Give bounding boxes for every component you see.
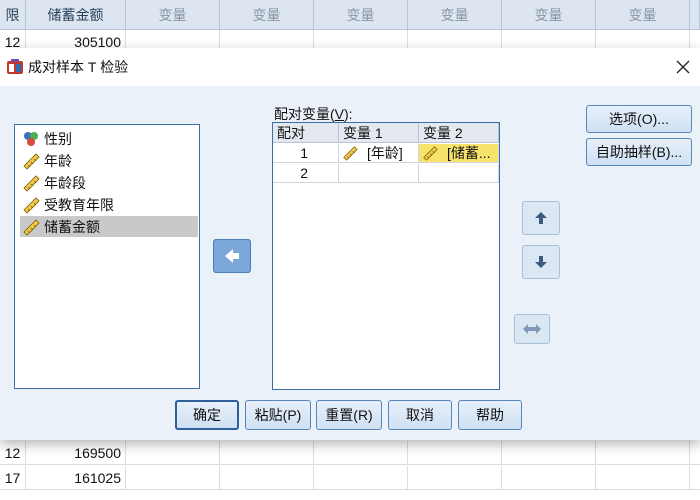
column-header-pair: 配对 — [273, 123, 339, 143]
paste-button[interactable]: 粘贴(P) — [245, 400, 311, 430]
list-item-selected[interactable]: 储蓄金额 — [20, 216, 198, 237]
cell[interactable] — [314, 466, 408, 490]
scale-variable-icon — [23, 174, 40, 192]
close-icon — [676, 60, 690, 74]
bootstrap-button[interactable]: 自助抽样(B)... — [586, 138, 692, 166]
move-variable-button[interactable] — [213, 239, 251, 273]
swap-icon — [523, 324, 541, 334]
swap-variables-button[interactable] — [514, 314, 550, 344]
list-item[interactable]: 性别 — [20, 128, 198, 149]
label-text: 配对变量( — [274, 106, 335, 122]
cell[interactable] — [314, 441, 408, 465]
t-test-app-icon — [7, 59, 23, 74]
variable-label: [年龄] — [367, 145, 403, 161]
pair-number: 2 — [273, 164, 339, 183]
scale-variable-icon — [343, 146, 358, 161]
column-header[interactable]: 变量 — [408, 0, 502, 30]
table-header: 配对 变量 1 变量 2 — [273, 123, 499, 143]
variable-label: 年龄 — [44, 152, 72, 169]
move-down-button[interactable] — [522, 245, 560, 279]
cell[interactable] — [126, 466, 220, 490]
column-header[interactable]: 变量 — [314, 0, 408, 30]
arrow-left-icon — [225, 249, 239, 263]
close-button[interactable] — [666, 48, 700, 86]
scale-variable-icon — [23, 196, 40, 214]
paired-variables-table[interactable]: 配对 变量 1 变量 2 1 [年龄] [储蓄... 2 — [272, 122, 500, 390]
pair-cell-var2[interactable] — [419, 164, 499, 183]
label-text: ): — [344, 106, 353, 122]
pair-cell-var2[interactable]: [储蓄... — [419, 144, 499, 163]
paired-t-test-dialog: 成对样本 T 检验 性别 年龄 年龄段 受教育年限 储蓄金额 配对变量(V): … — [0, 48, 700, 440]
column-header-var2: 变量 2 — [419, 123, 499, 143]
column-header[interactable]: 变量 — [220, 0, 314, 30]
column-header[interactable]: 储蓄金额 — [26, 0, 126, 30]
table-row: 17 161025 — [0, 466, 700, 490]
column-header[interactable]: 变量 — [596, 0, 690, 30]
cell[interactable] — [220, 441, 314, 465]
cell[interactable] — [220, 466, 314, 490]
dialog-titlebar[interactable]: 成对样本 T 检验 — [0, 48, 700, 86]
list-item[interactable]: 年龄 — [20, 150, 198, 171]
scale-variable-icon — [23, 218, 40, 236]
cell[interactable] — [408, 441, 502, 465]
column-header[interactable]: 变量 — [502, 0, 596, 30]
label-key: V — [334, 106, 345, 122]
column-header[interactable]: 限 — [0, 0, 26, 30]
table-row: 12 169500 — [0, 441, 700, 465]
cell[interactable] — [596, 441, 690, 465]
table-row[interactable]: 2 — [273, 164, 499, 183]
scale-variable-icon — [23, 152, 40, 170]
ok-button[interactable]: 确定 — [175, 400, 239, 430]
move-up-button[interactable] — [522, 201, 560, 235]
spreadsheet-header: 限 储蓄金额 变量 变量 变量 变量 变量 变量 — [0, 0, 700, 30]
cell[interactable]: 169500 — [26, 441, 126, 465]
pair-cell-var1[interactable] — [339, 164, 419, 183]
cell[interactable] — [126, 441, 220, 465]
table-row[interactable]: 1 [年龄] [储蓄... — [273, 144, 499, 163]
arrow-down-icon — [535, 256, 547, 268]
cell[interactable]: 17 — [0, 466, 26, 490]
reset-button[interactable]: 重置(R) — [316, 400, 382, 430]
arrow-up-icon — [535, 212, 547, 224]
help-button[interactable]: 帮助 — [458, 400, 522, 430]
variable-label: [储蓄... — [447, 145, 491, 161]
cell[interactable]: 161025 — [26, 466, 126, 490]
variable-label: 受教育年限 — [44, 196, 114, 213]
source-variable-list[interactable]: 性别 年龄 年龄段 受教育年限 储蓄金额 — [14, 124, 200, 389]
column-header[interactable] — [690, 0, 700, 30]
column-header[interactable]: 变量 — [126, 0, 220, 30]
scale-variable-icon — [423, 146, 438, 161]
nominal-variable-icon — [24, 131, 38, 146]
cell[interactable] — [408, 466, 502, 490]
column-header-var1: 变量 1 — [339, 123, 419, 143]
cell[interactable] — [502, 466, 596, 490]
cell[interactable] — [596, 466, 690, 490]
list-item[interactable]: 年龄段 — [20, 172, 198, 193]
pair-number: 1 — [273, 144, 339, 163]
variable-label: 性别 — [44, 130, 72, 147]
options-button[interactable]: 选项(O)... — [586, 105, 692, 133]
pair-cell-var1[interactable]: [年龄] — [339, 144, 419, 163]
variable-label: 储蓄金额 — [44, 218, 100, 235]
cancel-button[interactable]: 取消 — [388, 400, 452, 430]
cell[interactable]: 12 — [0, 441, 26, 465]
paired-variables-label: 配对变量(V): — [274, 104, 353, 124]
cell[interactable] — [502, 441, 596, 465]
dialog-title: 成对样本 T 检验 — [28, 59, 129, 75]
list-item[interactable]: 受教育年限 — [20, 194, 198, 215]
variable-label: 年龄段 — [44, 174, 86, 191]
